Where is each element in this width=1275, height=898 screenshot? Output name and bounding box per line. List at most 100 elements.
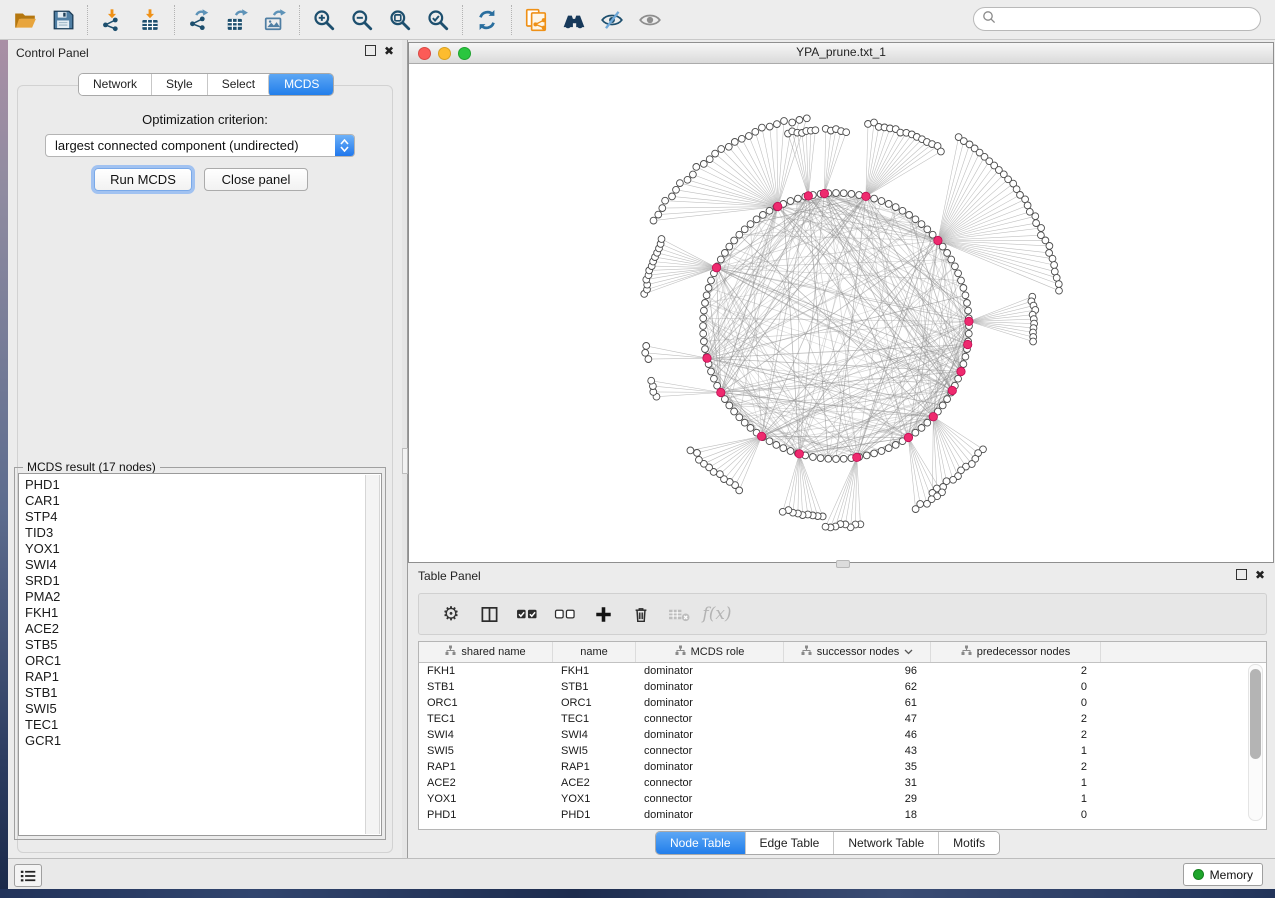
network-window-titlebar[interactable]: YPA_prune.txt_1 (409, 43, 1273, 64)
table-scrollbar[interactable] (1248, 664, 1263, 821)
tab-network-table[interactable]: Network Table (833, 832, 938, 854)
float-panel-icon[interactable] (365, 45, 376, 56)
mcds-result-item[interactable]: SWI5 (25, 701, 381, 717)
tab-select[interactable]: Select (207, 74, 269, 95)
delete-column-icon[interactable] (623, 599, 659, 629)
function-builder-icon: f(x) (699, 599, 735, 629)
tab-style[interactable]: Style (151, 74, 207, 95)
column-header-successor-nodes[interactable]: successor nodes (784, 642, 931, 662)
deselect-all-rows-icon[interactable] (547, 599, 583, 629)
mcds-result-item[interactable]: ORC1 (25, 653, 381, 669)
search-input[interactable] (1001, 11, 1245, 27)
zoom-selected-icon[interactable] (419, 5, 457, 35)
first-neighbors-icon[interactable] (555, 5, 593, 35)
table-row[interactable]: YOX1YOX1connector291 (419, 791, 1266, 807)
close-panel-icon[interactable]: ✖ (384, 46, 394, 56)
search-box[interactable] (973, 7, 1261, 31)
table-cell: STB1 (553, 679, 636, 695)
import-network-icon[interactable] (93, 5, 131, 35)
maximize-window-icon[interactable] (458, 47, 471, 60)
dropdown-value: largest connected component (undirected) (55, 138, 335, 153)
network-canvas[interactable] (409, 63, 1273, 562)
export-table-icon[interactable] (218, 5, 256, 35)
float-table-panel-icon[interactable] (1236, 569, 1247, 580)
show-columns-icon[interactable] (471, 599, 507, 629)
toolbar-separator (511, 5, 512, 35)
hide-selected-icon[interactable] (593, 5, 631, 35)
mcds-result-item[interactable]: TEC1 (25, 717, 381, 733)
memory-button[interactable]: Memory (1183, 863, 1263, 886)
table-cell: FKH1 (553, 663, 636, 679)
close-window-icon[interactable] (418, 47, 431, 60)
mcds-result-item[interactable]: FKH1 (25, 605, 381, 621)
table-row[interactable]: PHD1PHD1dominator180 (419, 807, 1266, 823)
column-header-shared-name[interactable]: shared name (419, 642, 553, 662)
new-network-from-selection-icon[interactable] (517, 5, 555, 35)
table-cell: 1 (931, 743, 1101, 759)
table-cell: PHD1 (419, 807, 553, 823)
open-session-icon[interactable] (6, 5, 44, 35)
close-table-panel-icon[interactable]: ✖ (1255, 570, 1265, 580)
tab-mcds[interactable]: MCDS (268, 73, 334, 96)
mcds-result-item[interactable]: PHD1 (25, 477, 381, 493)
zoom-fit-icon[interactable] (381, 5, 419, 35)
table-cell: connector (636, 743, 784, 759)
mcds-result-item[interactable]: SRD1 (25, 573, 381, 589)
zoom-in-icon[interactable] (305, 5, 343, 35)
table-scrollbar-thumb[interactable] (1250, 669, 1261, 759)
tab-node-table[interactable]: Node Table (655, 831, 746, 855)
select-all-rows-icon[interactable] (509, 599, 545, 629)
tab-edge-table[interactable]: Edge Table (745, 832, 834, 854)
table-row[interactable]: FKH1FKH1dominator962 (419, 663, 1266, 679)
mcds-result-item[interactable]: STB1 (25, 685, 381, 701)
export-network-icon[interactable] (180, 5, 218, 35)
table-row[interactable]: TEC1TEC1connector472 (419, 711, 1266, 727)
shared-column-icon (445, 645, 456, 659)
table-row[interactable]: SWI5SWI5connector431 (419, 743, 1266, 759)
minimize-window-icon[interactable] (438, 47, 451, 60)
column-header-MCDS-role[interactable]: MCDS role (636, 642, 784, 662)
mcds-result-list[interactable]: PHD1CAR1STP4TID3YOX1SWI4SRD1PMA2FKH1ACE2… (18, 473, 382, 836)
table-cell: connector (636, 711, 784, 727)
table-row[interactable]: ACE2ACE2connector311 (419, 775, 1266, 791)
export-image-icon[interactable] (256, 5, 294, 35)
table-cell: dominator (636, 679, 784, 695)
control-panel-window-buttons: ✖ (365, 45, 394, 56)
save-session-icon[interactable] (44, 5, 82, 35)
mcds-result-item[interactable]: RAP1 (25, 669, 381, 685)
mcds-result-item[interactable]: CAR1 (25, 493, 381, 509)
table-settings-icon[interactable]: ⚙ (433, 599, 469, 629)
add-column-icon[interactable] (585, 599, 621, 629)
table-row[interactable]: SWI4SWI4dominator462 (419, 727, 1266, 743)
mcds-result-item[interactable]: GCR1 (25, 733, 381, 749)
zoom-out-icon[interactable] (343, 5, 381, 35)
tab-network[interactable]: Network (79, 74, 151, 95)
mcds-result-item[interactable]: ACE2 (25, 621, 381, 637)
run-mcds-button[interactable]: Run MCDS (94, 168, 192, 191)
tab-motifs[interactable]: Motifs (938, 832, 999, 854)
mcds-result-item[interactable]: YOX1 (25, 541, 381, 557)
column-header-name[interactable]: name (553, 642, 636, 662)
table-panel-window-buttons: ✖ (1236, 569, 1265, 580)
mcds-result-item[interactable]: STP4 (25, 509, 381, 525)
mcds-result-item[interactable]: PMA2 (25, 589, 381, 605)
mcds-result-item[interactable]: SWI4 (25, 557, 381, 573)
table-row[interactable]: ORC1ORC1dominator610 (419, 695, 1266, 711)
optimization-criterion-dropdown[interactable]: largest connected component (undirected) (45, 134, 355, 157)
mcds-result-item[interactable]: TID3 (25, 525, 381, 541)
table-row[interactable]: STB1STB1dominator620 (419, 679, 1266, 695)
refresh-icon[interactable] (468, 5, 506, 35)
mcds-result-item[interactable]: STB5 (25, 637, 381, 653)
close-panel-button[interactable]: Close panel (204, 168, 308, 191)
table-row[interactable]: RAP1RAP1dominator352 (419, 759, 1266, 775)
import-table-icon[interactable] (131, 5, 169, 35)
table-cell: RAP1 (419, 759, 553, 775)
column-header-predecessor-nodes[interactable]: predecessor nodes (931, 642, 1101, 662)
show-all-icon[interactable] (631, 5, 669, 35)
mcds-list-scrollbar[interactable] (365, 475, 380, 834)
show-panels-list-button[interactable] (14, 864, 42, 887)
table-panel-splitter-handle[interactable] (836, 560, 850, 568)
table-cell: 29 (784, 791, 931, 807)
table-cell: 18 (784, 807, 931, 823)
table-toolbar: ⚙ f(x) (418, 593, 1267, 635)
